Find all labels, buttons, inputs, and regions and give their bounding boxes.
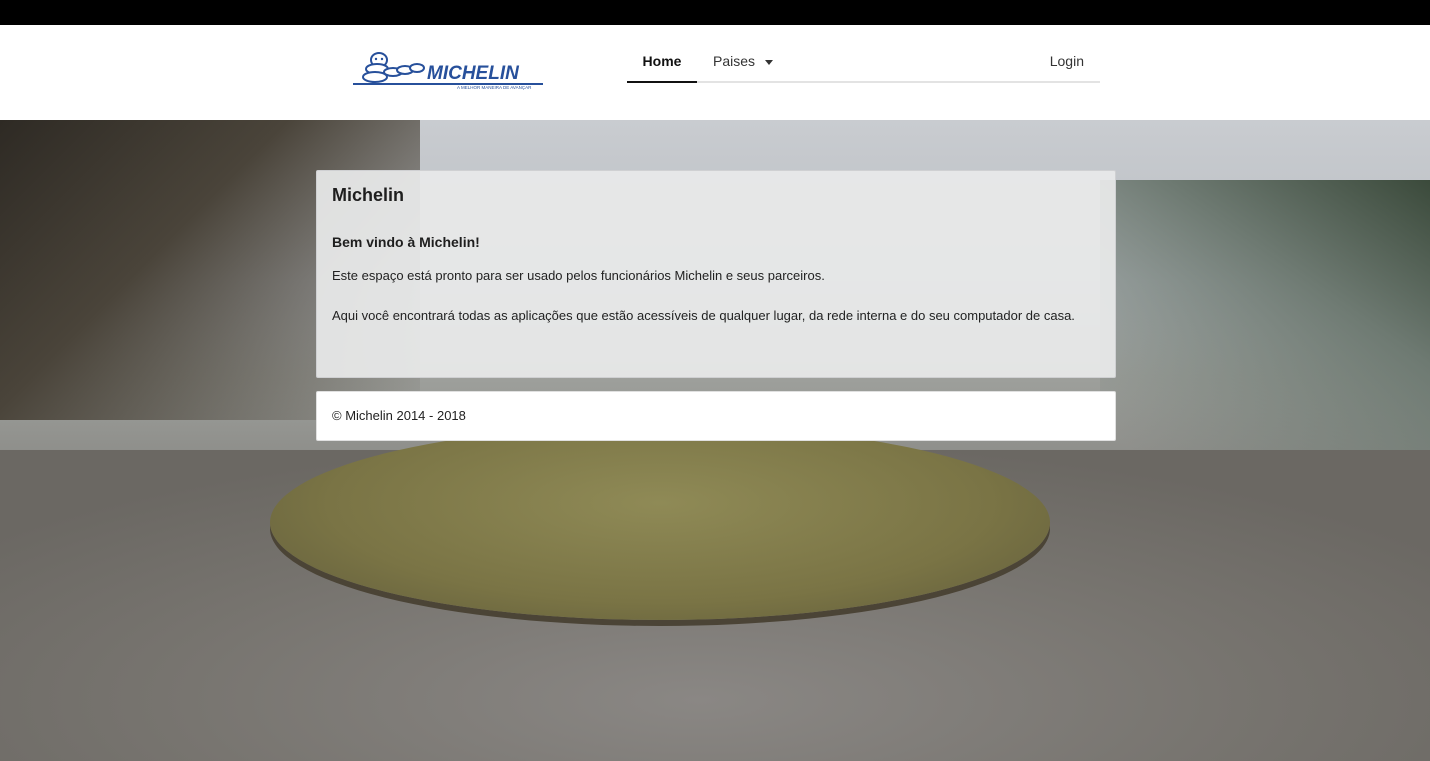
card-paragraph-1: Este espaço está pronto para ser usado p… xyxy=(332,268,825,283)
michelin-logo[interactable]: MICHELIN A MELHOR MANEIRA DE AVANÇAR xyxy=(353,50,547,90)
card-subtitle: Bem vindo à Michelin! xyxy=(332,234,480,250)
nav-paises-dropdown[interactable]: Paises xyxy=(713,45,783,81)
site-header: MICHELIN A MELHOR MANEIRA DE AVANÇAR Hom… xyxy=(0,25,1430,120)
michelin-bibendum-icon: MICHELIN A MELHOR MANEIRA DE AVANÇAR xyxy=(353,52,543,90)
card-title: Michelin xyxy=(332,185,405,205)
footer-card: © Michelin 2014 - 2018 xyxy=(316,391,1116,441)
nav-login-label: Login xyxy=(1049,53,1084,69)
welcome-card: Michelin Bem vindo à Michelin! Este espa… xyxy=(316,170,1116,378)
card-paragraph-2: Aqui você encontrará todas as aplicações… xyxy=(332,308,1075,323)
main-nav: Home Paises Login xyxy=(627,45,1100,83)
hero-grass-island xyxy=(270,425,1050,620)
copyright-text: © Michelin 2014 - 2018 xyxy=(332,408,466,423)
hero-mountain-right xyxy=(1100,180,1430,480)
svg-text:A MELHOR MANEIRA DE AVANÇAR: A MELHOR MANEIRA DE AVANÇAR xyxy=(457,85,532,90)
svg-text:MICHELIN: MICHELIN xyxy=(427,63,520,84)
nav-login[interactable]: Login xyxy=(1050,45,1084,81)
nav-paises-label: Paises xyxy=(713,53,756,69)
nav-home-label: Home xyxy=(642,53,682,69)
caret-down-icon xyxy=(765,59,774,65)
top-black-bar xyxy=(0,0,1430,25)
nav-home[interactable]: Home xyxy=(627,45,697,83)
